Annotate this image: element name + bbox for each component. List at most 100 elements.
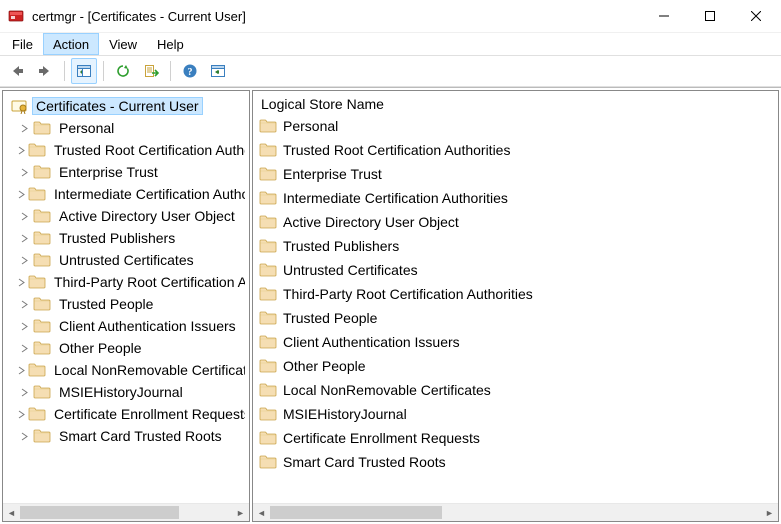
tree-item-label: Client Authentication Issuers xyxy=(55,317,240,335)
toolbar: ? xyxy=(0,55,781,87)
tree-item[interactable]: Intermediate Certification Authorities xyxy=(7,183,245,205)
close-button[interactable] xyxy=(733,1,779,31)
back-arrow-icon xyxy=(9,63,25,79)
expand-icon[interactable] xyxy=(17,363,26,377)
show-hide-tree-button[interactable] xyxy=(71,58,97,84)
folder-icon xyxy=(259,118,277,134)
options-button[interactable] xyxy=(205,58,231,84)
certificate-store-icon xyxy=(11,98,29,114)
expand-icon[interactable] xyxy=(17,231,31,245)
list-item-label: Trusted Publishers xyxy=(283,238,399,254)
maximize-icon xyxy=(705,11,715,21)
list-item[interactable]: Other People xyxy=(253,354,778,378)
list-item-label: Untrusted Certificates xyxy=(283,262,418,278)
list-horizontal-scrollbar[interactable]: ◄ ► xyxy=(253,503,778,521)
tree-item[interactable]: Trusted Root Certification Authorities xyxy=(7,139,245,161)
list-item[interactable]: Certificate Enrollment Requests xyxy=(253,426,778,450)
list-item[interactable]: Active Directory User Object xyxy=(253,210,778,234)
expand-icon[interactable] xyxy=(17,319,31,333)
expand-icon[interactable] xyxy=(17,341,31,355)
folder-icon xyxy=(33,296,51,312)
list-item[interactable]: Trusted People xyxy=(253,306,778,330)
expand-icon[interactable] xyxy=(17,209,31,223)
tree-item[interactable]: Local NonRemovable Certificates xyxy=(7,359,245,381)
expand-icon[interactable] xyxy=(17,385,31,399)
help-button[interactable]: ? xyxy=(177,58,203,84)
expand-icon[interactable] xyxy=(17,165,31,179)
scroll-right-button[interactable]: ► xyxy=(761,504,778,521)
folder-icon xyxy=(259,382,277,398)
list-item[interactable]: Intermediate Certification Authorities xyxy=(253,186,778,210)
list-item[interactable]: Client Authentication Issuers xyxy=(253,330,778,354)
expand-icon[interactable] xyxy=(17,429,31,443)
tree-item[interactable]: Third-Party Root Certification Authoriti… xyxy=(7,271,245,293)
list-column-header[interactable]: Logical Store Name xyxy=(253,93,778,114)
back-button[interactable] xyxy=(4,58,30,84)
list-item[interactable]: Local NonRemovable Certificates xyxy=(253,378,778,402)
list-item-label: Local NonRemovable Certificates xyxy=(283,382,491,398)
minimize-button[interactable] xyxy=(641,1,687,31)
folder-icon xyxy=(33,252,51,268)
scroll-right-button[interactable]: ► xyxy=(232,504,249,521)
menu-file[interactable]: File xyxy=(2,33,43,55)
list-item[interactable]: Personal xyxy=(253,114,778,138)
tree-item[interactable]: Personal xyxy=(7,117,245,139)
tree-item[interactable]: Client Authentication Issuers xyxy=(7,315,245,337)
list-item[interactable]: MSIEHistoryJournal xyxy=(253,402,778,426)
export-list-button[interactable] xyxy=(138,58,164,84)
list-item[interactable]: Untrusted Certificates xyxy=(253,258,778,282)
tree-item[interactable]: Enterprise Trust xyxy=(7,161,245,183)
tree-horizontal-scrollbar[interactable]: ◄ ► xyxy=(3,503,249,521)
expand-icon[interactable] xyxy=(17,187,26,201)
forward-button[interactable] xyxy=(32,58,58,84)
list-item-label: Client Authentication Issuers xyxy=(283,334,460,350)
list-item[interactable]: Enterprise Trust xyxy=(253,162,778,186)
tree-item-label: Certificate Enrollment Requests xyxy=(50,405,245,423)
menu-action[interactable]: Action xyxy=(43,33,99,55)
list-body[interactable]: Logical Store Name PersonalTrusted Root … xyxy=(253,91,778,503)
scroll-thumb[interactable] xyxy=(20,506,179,519)
list-item[interactable]: Trusted Publishers xyxy=(253,234,778,258)
expand-icon[interactable] xyxy=(17,407,26,421)
certmgr-window: certmgr - [Certificates - Current User] … xyxy=(0,0,781,524)
list-item[interactable]: Third-Party Root Certification Authoriti… xyxy=(253,282,778,306)
scroll-thumb[interactable] xyxy=(270,506,442,519)
tree-item[interactable]: Trusted People xyxy=(7,293,245,315)
tree-item-label: MSIEHistoryJournal xyxy=(55,383,187,401)
tree-item[interactable]: Certificate Enrollment Requests xyxy=(7,403,245,425)
menu-view[interactable]: View xyxy=(99,33,147,55)
tree-item-label: Personal xyxy=(55,119,118,137)
refresh-button[interactable] xyxy=(110,58,136,84)
maximize-button[interactable] xyxy=(687,1,733,31)
folder-icon xyxy=(33,208,51,224)
scroll-left-button[interactable]: ◄ xyxy=(253,504,270,521)
expand-icon[interactable] xyxy=(17,253,31,267)
tree-item-label: Smart Card Trusted Roots xyxy=(55,427,226,445)
list-item[interactable]: Smart Card Trusted Roots xyxy=(253,450,778,474)
list-item-label: Trusted People xyxy=(283,310,377,326)
help-icon: ? xyxy=(182,63,198,79)
tree-root-label: Certificates - Current User xyxy=(32,97,203,115)
folder-icon xyxy=(33,318,51,334)
tree-item-label: Other People xyxy=(55,339,146,357)
tree-body[interactable]: Certificates - Current User Personal Trust… xyxy=(3,91,249,503)
tree-item[interactable]: Active Directory User Object xyxy=(7,205,245,227)
refresh-icon xyxy=(115,63,131,79)
menu-help[interactable]: Help xyxy=(147,33,194,55)
tree-root-node[interactable]: Certificates - Current User xyxy=(7,95,245,117)
expand-icon[interactable] xyxy=(17,121,31,135)
expand-icon[interactable] xyxy=(17,275,26,289)
folder-icon xyxy=(259,334,277,350)
expand-icon[interactable] xyxy=(17,143,26,157)
expand-icon[interactable] xyxy=(17,297,31,311)
tree-item[interactable]: Smart Card Trusted Roots xyxy=(7,425,245,447)
tree-item[interactable]: MSIEHistoryJournal xyxy=(7,381,245,403)
tree-item[interactable]: Trusted Publishers xyxy=(7,227,245,249)
scroll-left-button[interactable]: ◄ xyxy=(3,504,20,521)
folder-icon xyxy=(259,238,277,254)
scroll-track[interactable] xyxy=(270,504,761,521)
tree-item[interactable]: Other People xyxy=(7,337,245,359)
list-item[interactable]: Trusted Root Certification Authorities xyxy=(253,138,778,162)
tree-item[interactable]: Untrusted Certificates xyxy=(7,249,245,271)
scroll-track[interactable] xyxy=(20,504,232,521)
